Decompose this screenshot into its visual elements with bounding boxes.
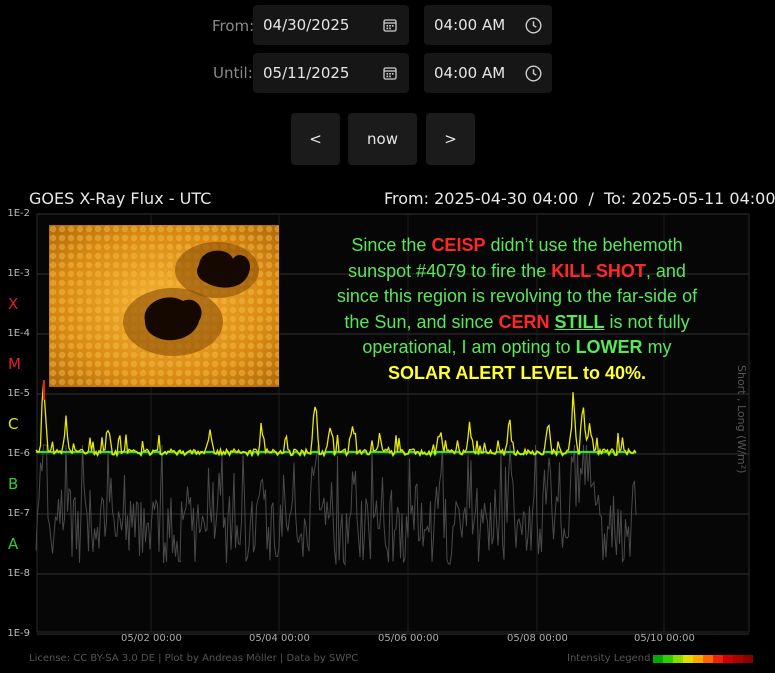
- y-tick-label: 1E-4: [7, 328, 30, 339]
- y-tick-label: 1E-5: [7, 388, 30, 399]
- sunspot-photo: [49, 225, 279, 387]
- lower-text: LOWER: [575, 337, 643, 357]
- kill-shot-text: KILL SHOT: [551, 260, 646, 281]
- prev-button[interactable]: <: [291, 113, 340, 165]
- cern-text: CERN: [498, 311, 550, 332]
- calendar-icon[interactable]: [381, 64, 399, 82]
- now-button[interactable]: now: [348, 113, 417, 165]
- still-text: STILL: [554, 311, 605, 332]
- y-tick-label: 1E-8: [7, 568, 30, 579]
- legend-swatch: [713, 655, 723, 663]
- until-time-value: 04:00 AM: [434, 64, 506, 82]
- ceisp-text: CEISP: [431, 235, 486, 255]
- y-tick-label: 1E-6: [7, 448, 30, 459]
- y-tick-label: 1E-2: [7, 208, 30, 219]
- from-date-value: 04/30/2025: [263, 16, 350, 34]
- calendar-icon[interactable]: [381, 16, 399, 34]
- overlay-message: Since the CEISP didn’t use the behemoth …: [336, 235, 698, 383]
- flare-class-b: B: [8, 475, 19, 493]
- legend-swatch: [653, 655, 663, 663]
- intensity-legend-label: Intensity Legend: [567, 653, 651, 664]
- x-tick-label: 05/02 00:00: [121, 633, 182, 644]
- flare-class-m: M: [8, 355, 21, 373]
- next-button[interactable]: >: [426, 113, 475, 165]
- until-label: Until:: [213, 64, 253, 82]
- y-tick-label: 1E-9: [7, 628, 30, 639]
- flare-class-a: A: [8, 535, 19, 553]
- y-tick-label: 1E-7: [7, 508, 30, 519]
- legend-swatch: [733, 655, 743, 663]
- x-tick-label: 05/08 00:00: [507, 633, 568, 644]
- x-tick-label: 05/04 00:00: [249, 633, 310, 644]
- clock-icon[interactable]: [524, 16, 542, 34]
- until-time-field[interactable]: 04:00 AM: [424, 53, 552, 93]
- from-date-field[interactable]: 04/30/2025: [253, 5, 409, 45]
- clock-icon[interactable]: [524, 64, 542, 82]
- intensity-legend-bar: [653, 655, 753, 663]
- from-time-field[interactable]: 04:00 AM: [424, 5, 552, 45]
- from-time-value: 04:00 AM: [434, 16, 506, 34]
- legend-swatch: [723, 655, 733, 663]
- legend-swatch: [693, 655, 703, 663]
- legend-swatch: [663, 655, 673, 663]
- legend-swatch: [673, 655, 683, 663]
- x-tick-label: 05/10 00:00: [634, 633, 695, 644]
- legend-swatch: [743, 655, 753, 663]
- legend-swatch: [703, 655, 713, 663]
- x-tick-label: 05/06 00:00: [378, 633, 439, 644]
- from-label: From:: [212, 17, 255, 35]
- flare-class-c: C: [8, 415, 19, 433]
- alert-level-text: SOLAR ALERT LEVEL to 40%.: [387, 362, 647, 383]
- legend-swatch: [683, 655, 693, 663]
- y-tick-label: 1E-3: [7, 268, 30, 279]
- license-text: License: CC BY-SA 3.0 DE | Plot by Andre…: [29, 653, 359, 664]
- until-date-field[interactable]: 05/11/2025: [253, 53, 409, 93]
- flare-class-x: X: [8, 295, 19, 313]
- until-date-value: 05/11/2025: [263, 64, 350, 82]
